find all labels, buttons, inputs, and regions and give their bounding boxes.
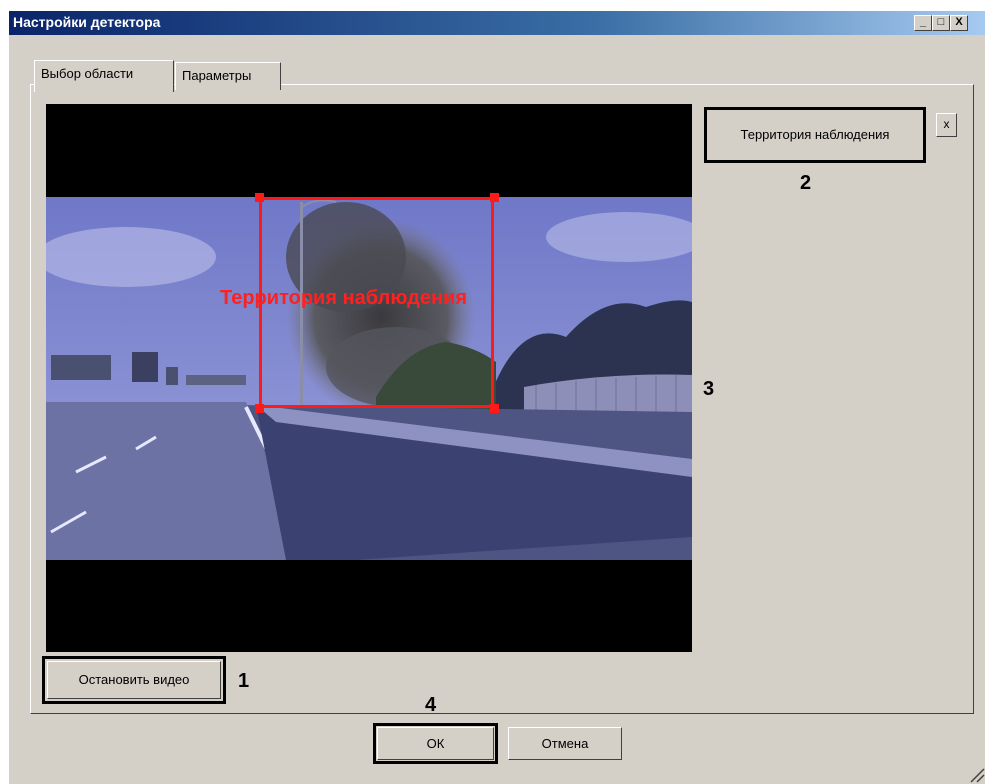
callout-1: 1 xyxy=(238,670,250,692)
remove-zone-button[interactable]: x xyxy=(936,113,957,137)
maximize-button[interactable]: □ xyxy=(932,15,950,31)
callout-4: 4 xyxy=(425,694,437,716)
video-preview[interactable]: Территория наблюдения xyxy=(46,104,692,652)
stop-video-button[interactable]: Остановить видео xyxy=(47,661,221,699)
resize-handle-top-left[interactable] xyxy=(255,193,264,202)
cancel-button[interactable]: Отмена xyxy=(508,727,622,760)
tab-area-selection[interactable]: Выбор области xyxy=(34,60,174,92)
zone-list-item[interactable]: Территория наблюдения xyxy=(704,107,926,163)
callout-3: 3 xyxy=(703,378,715,400)
resize-handle-bottom-left[interactable] xyxy=(255,404,264,413)
callout-2: 2 xyxy=(800,172,812,194)
close-button[interactable]: X xyxy=(950,15,968,31)
window-title: Настройки детектора xyxy=(13,14,161,30)
area-label: Территория наблюдения xyxy=(220,287,468,309)
resize-handle-top-right[interactable] xyxy=(490,193,499,202)
resize-grip-icon[interactable] xyxy=(967,765,985,783)
title-bar[interactable]: Настройки детектора _ □ X xyxy=(9,11,985,35)
ok-button[interactable]: ОК xyxy=(377,727,494,760)
resize-handle-bottom-right[interactable] xyxy=(490,404,499,413)
tab-parameters[interactable]: Параметры xyxy=(175,62,281,90)
minimize-button[interactable]: _ xyxy=(914,15,932,31)
